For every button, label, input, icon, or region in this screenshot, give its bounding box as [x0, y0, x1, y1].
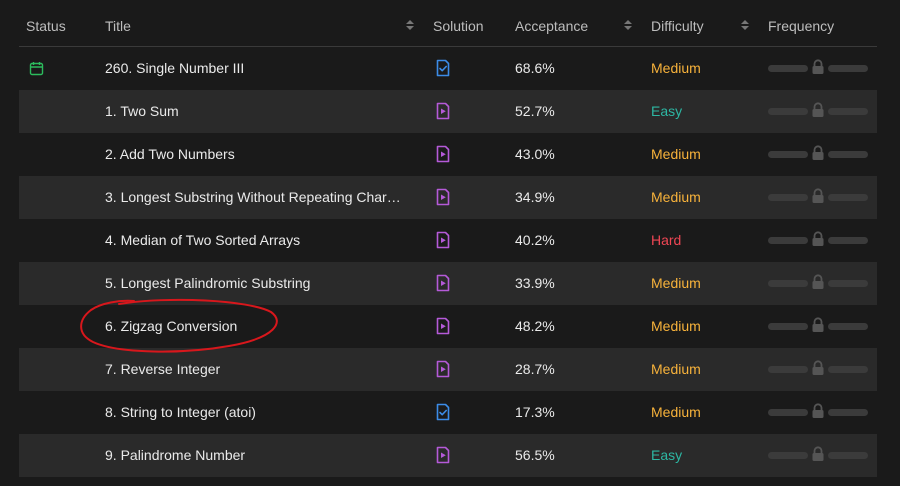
problem-title-link[interactable]: 1. Two Sum	[105, 103, 179, 119]
table-row[interactable]: 1. Two Sum 52.7% Easy	[19, 90, 877, 133]
acceptance-sort-icon[interactable]	[624, 20, 632, 32]
acceptance-rate: 43.0%	[515, 146, 555, 162]
difficulty-label: Medium	[651, 361, 701, 377]
table-row[interactable]: 9. Palindrome Number 56.5% Easy	[19, 434, 877, 477]
problem-title-link[interactable]: 8. String to Integer (atoi)	[105, 404, 256, 420]
acceptance-rate: 48.2%	[515, 318, 555, 334]
problem-title-link[interactable]: 260. Single Number III	[105, 60, 244, 76]
calendar-icon	[29, 61, 44, 79]
difficulty-label: Medium	[651, 146, 701, 162]
acceptance-header[interactable]: Acceptance	[515, 18, 588, 34]
problem-table: Status Title Solution Acceptance Difficu…	[19, 4, 877, 477]
problem-title-link[interactable]: 5. Longest Palindromic Substring	[105, 275, 310, 291]
article-check-icon[interactable]	[435, 59, 451, 80]
video-file-icon[interactable]	[435, 274, 451, 295]
lock-icon	[811, 274, 825, 290]
lock-icon	[811, 231, 825, 247]
problem-title-link[interactable]: 7. Reverse Integer	[105, 361, 220, 377]
acceptance-rate: 33.9%	[515, 275, 555, 291]
video-file-icon[interactable]	[435, 102, 451, 123]
frequency-bar	[768, 360, 868, 376]
acceptance-rate: 52.7%	[515, 103, 555, 119]
frequency-bar	[768, 231, 868, 247]
acceptance-rate: 17.3%	[515, 404, 555, 420]
difficulty-label: Hard	[651, 232, 682, 248]
difficulty-label: Easy	[651, 103, 683, 119]
video-file-icon[interactable]	[435, 360, 451, 381]
frequency-bar	[768, 145, 868, 161]
table-row[interactable]: 4. Median of Two Sorted Arrays 40.2% Hard	[19, 219, 877, 262]
frequency-bar	[768, 188, 868, 204]
difficulty-label: Easy	[651, 447, 683, 463]
acceptance-rate: 56.5%	[515, 447, 555, 463]
acceptance-rate: 34.9%	[515, 189, 555, 205]
title-header[interactable]: Title	[105, 18, 131, 34]
frequency-header[interactable]: Frequency	[768, 18, 834, 34]
difficulty-label: Medium	[651, 60, 701, 76]
table-row[interactable]: 3. Longest Substring Without Repeating C…	[19, 176, 877, 219]
lock-icon	[811, 102, 825, 118]
video-file-icon[interactable]	[435, 188, 451, 209]
problem-title-link[interactable]: 2. Add Two Numbers	[105, 146, 235, 162]
acceptance-rate: 40.2%	[515, 232, 555, 248]
table-row[interactable]: 8. String to Integer (atoi) 17.3% Medium	[19, 391, 877, 434]
table-row[interactable]: 2. Add Two Numbers 43.0% Medium	[19, 133, 877, 176]
title-sort-icon[interactable]	[406, 20, 414, 32]
table-row[interactable]: 260. Single Number III 68.6% Medium	[19, 47, 877, 90]
problem-title-link[interactable]: 4. Median of Two Sorted Arrays	[105, 232, 300, 248]
video-file-icon[interactable]	[435, 145, 451, 166]
difficulty-label: Medium	[651, 275, 701, 291]
difficulty-header[interactable]: Difficulty	[651, 18, 704, 34]
table-row[interactable]: 5. Longest Palindromic Substring 33.9% Med…	[19, 262, 877, 305]
frequency-bar	[768, 59, 868, 75]
video-file-icon[interactable]	[435, 317, 451, 338]
lock-icon	[811, 446, 825, 462]
problem-title-link[interactable]: 6. Zigzag Conversion	[105, 318, 237, 334]
table-header: Status Title Solution Acceptance Difficu…	[19, 4, 877, 47]
table-body: 260. Single Number III 68.6% Medium 1. Two …	[19, 47, 877, 477]
lock-icon	[811, 360, 825, 376]
frequency-bar	[768, 274, 868, 290]
difficulty-label: Medium	[651, 404, 701, 420]
frequency-bar	[768, 317, 868, 333]
table-row[interactable]: 6. Zigzag Conversion 48.2% Medium	[19, 305, 877, 348]
video-file-icon[interactable]	[435, 446, 451, 467]
lock-icon	[811, 145, 825, 161]
solution-header[interactable]: Solution	[433, 18, 484, 34]
article-check-icon[interactable]	[435, 403, 451, 424]
frequency-bar	[768, 446, 868, 462]
frequency-bar	[768, 403, 868, 419]
lock-icon	[811, 188, 825, 204]
problem-title-link[interactable]: 9. Palindrome Number	[105, 447, 245, 463]
difficulty-sort-icon[interactable]	[741, 20, 749, 32]
acceptance-rate: 28.7%	[515, 361, 555, 377]
lock-icon	[811, 403, 825, 419]
lock-icon	[811, 317, 825, 333]
acceptance-rate: 68.6%	[515, 60, 555, 76]
video-file-icon[interactable]	[435, 231, 451, 252]
difficulty-label: Medium	[651, 318, 701, 334]
problem-title-link[interactable]: 3. Longest Substring Without Repeating C…	[105, 189, 403, 205]
frequency-bar	[768, 102, 868, 118]
lock-icon	[811, 59, 825, 75]
status-header[interactable]: Status	[26, 18, 66, 34]
table-row[interactable]: 7. Reverse Integer 28.7% Medium	[19, 348, 877, 391]
difficulty-label: Medium	[651, 189, 701, 205]
